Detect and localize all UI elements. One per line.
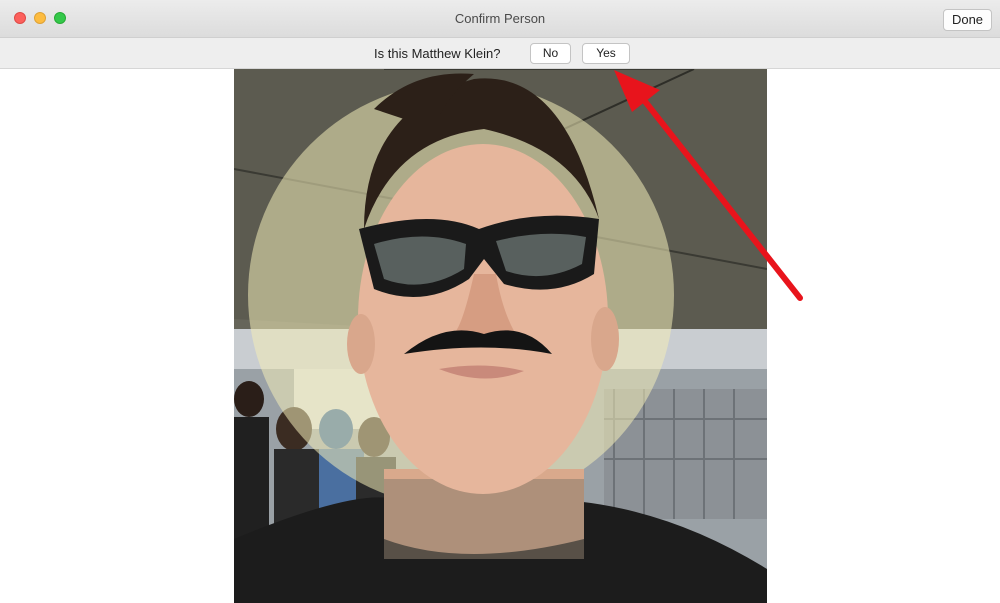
yes-button[interactable]: Yes [582,43,630,64]
person-photo-illustration [234,69,767,603]
confirm-bar: Is this Matthew Klein? No Yes [0,38,1000,69]
window-title: Confirm Person [454,11,546,26]
person-photo [234,69,767,603]
done-button[interactable]: Done [943,9,992,31]
no-button[interactable]: No [530,43,571,64]
title-bar: Confirm Person Done [0,0,1000,38]
confirm-question: Is this Matthew Klein? [374,46,501,61]
confirm-person-window: Confirm Person Done Is this Matthew Klei… [0,0,1000,603]
